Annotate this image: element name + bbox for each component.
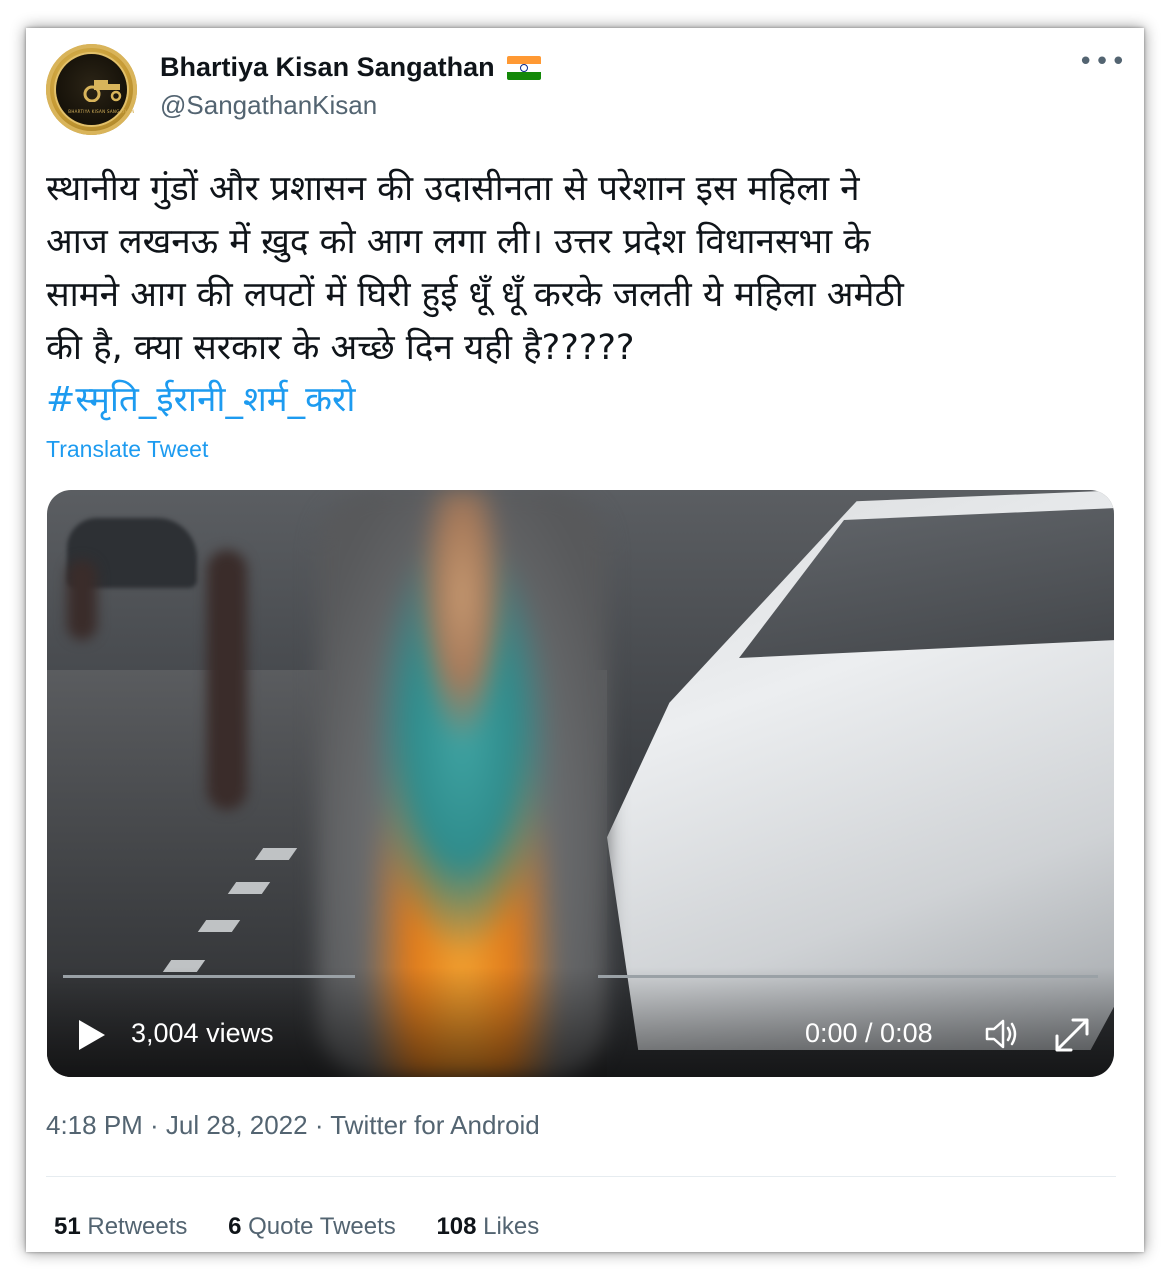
tweet-text: स्थानीय गुंडों और प्रशासन की उदासीनता से… — [46, 163, 1106, 375]
stat-label: Quote Tweets — [248, 1213, 396, 1240]
video-frame-figure — [207, 550, 247, 810]
avatar-logo: BHARTIYA KISAN SANGATHAN — [56, 54, 134, 125]
retweets-stat[interactable]: 51 Retweets — [54, 1213, 187, 1241]
tweet-stats: 51 Retweets 6 Quote Tweets 108 Likes — [54, 1213, 573, 1241]
user-handle[interactable]: @SangathanKisan — [160, 90, 377, 121]
stat-label: Retweets — [87, 1213, 188, 1240]
divider — [46, 1176, 1116, 1177]
tweet-card: BHARTIYA KISAN SANGATHAN Bhartiya Kisan … — [26, 28, 1144, 1252]
tweet-line: आज लखनऊ में ख़ुद को आग लगा ली। उत्तर प्र… — [46, 222, 871, 262]
video-time: 0:00 / 0:08 — [805, 1018, 933, 1048]
avatar[interactable]: BHARTIYA KISAN SANGATHAN — [46, 44, 137, 135]
video-frame-figure — [67, 560, 97, 640]
more-horizontal-icon: ••• — [1078, 47, 1128, 77]
tweet-line: की है, क्या सरकार के अच्छे दिन यही है???… — [46, 328, 635, 368]
stat-count: 6 — [228, 1213, 242, 1240]
video-frame-car-window — [739, 508, 1114, 658]
more-options-button[interactable]: ••• — [1078, 49, 1126, 82]
tweet-timestamp[interactable]: 4:18 PM · Jul 28, 2022 · Twitter for And… — [46, 1110, 540, 1141]
play-icon[interactable] — [77, 1018, 107, 1052]
video-progress-track[interactable] — [63, 975, 355, 978]
volume-icon[interactable] — [981, 1014, 1021, 1054]
tweet-line: सामने आग की लपटों में घिरी हुई धूँ धूँ क… — [46, 275, 904, 315]
hashtag-link[interactable]: #स्मृति_ईरानी_शर्म_करो — [46, 374, 355, 427]
video-progress-track[interactable] — [598, 975, 1098, 978]
likes-stat[interactable]: 108 Likes — [436, 1213, 539, 1241]
video-views: 3,004 views — [131, 1018, 274, 1048]
stat-count: 51 — [54, 1213, 81, 1240]
stat-label: Likes — [483, 1213, 540, 1240]
display-name[interactable]: Bhartiya Kisan Sangathan — [160, 52, 495, 83]
tweet-line: स्थानीय गुंडों और प्रशासन की उदासीनता से… — [46, 169, 860, 209]
video-player[interactable]: 3,004 views 0:00 / 0:08 — [47, 490, 1114, 1077]
stat-count: 108 — [436, 1213, 477, 1240]
india-flag-icon — [507, 56, 541, 80]
expand-icon[interactable] — [1051, 1014, 1093, 1056]
avatar-text: BHARTIYA KISAN SANGATHAN — [68, 109, 135, 114]
quote-tweets-stat[interactable]: 6 Quote Tweets — [228, 1213, 396, 1241]
translate-tweet-link[interactable]: Translate Tweet — [46, 436, 208, 463]
tractor-icon — [83, 80, 122, 102]
